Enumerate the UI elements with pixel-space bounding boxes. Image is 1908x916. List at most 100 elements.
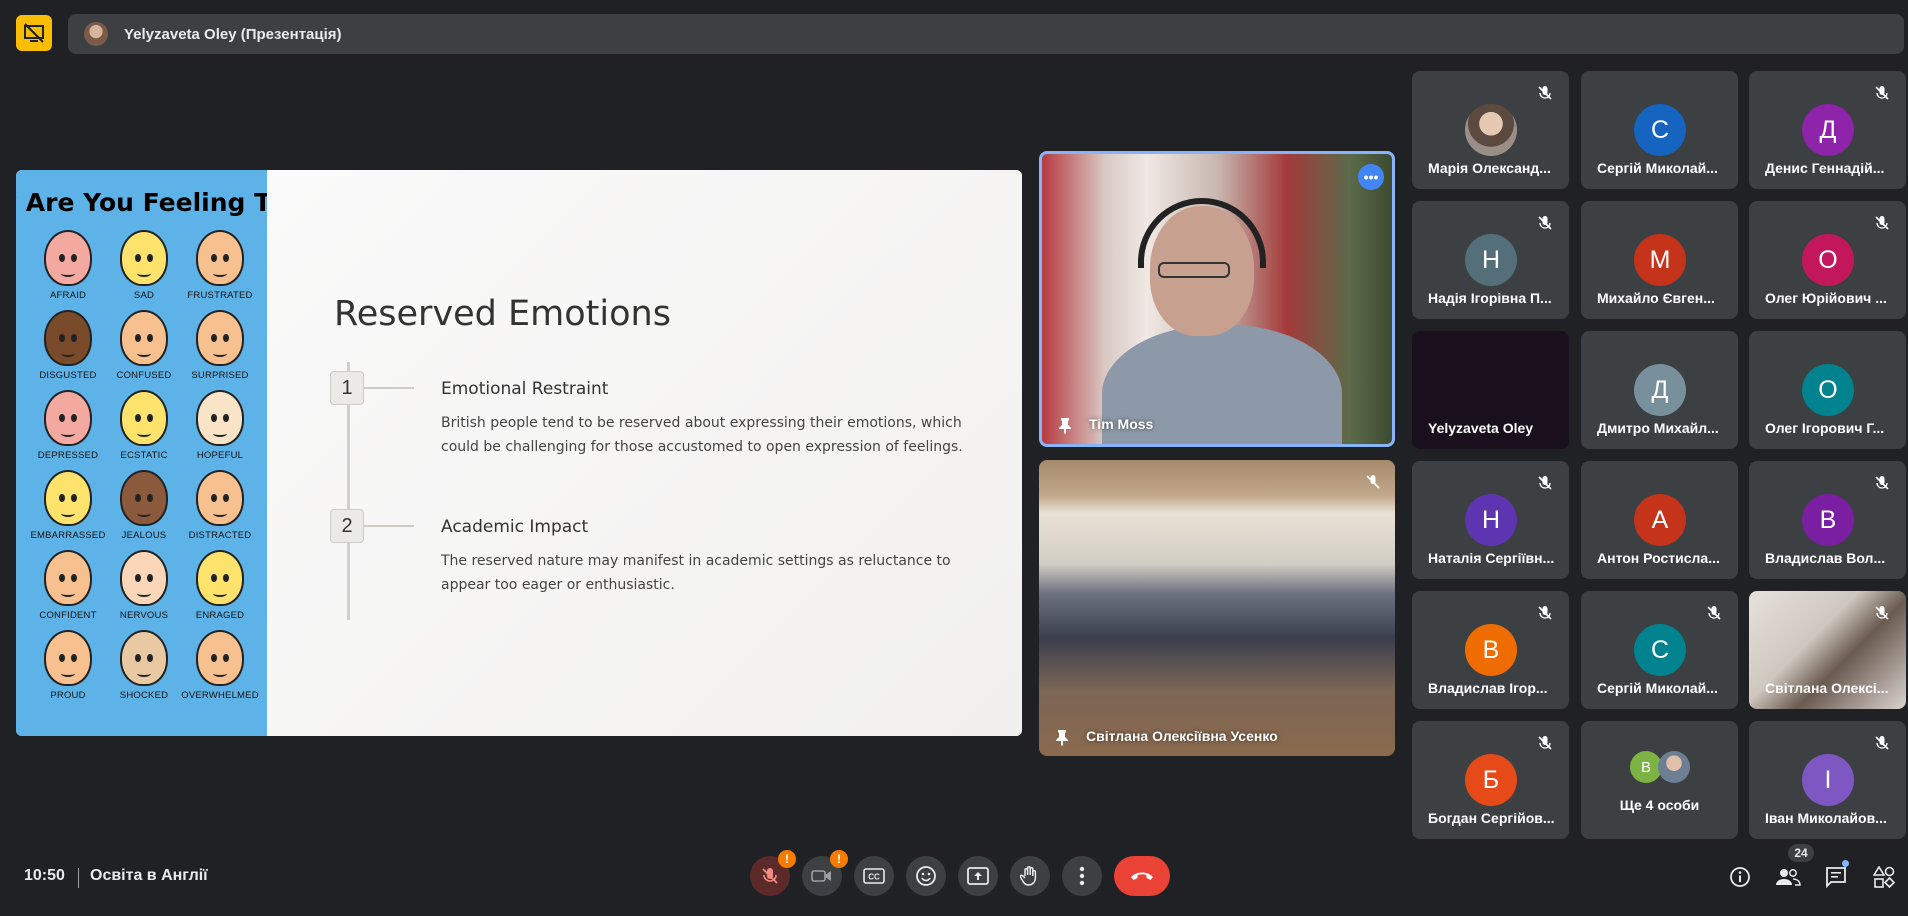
participant-tile[interactable]: В Ще 4 особи xyxy=(1581,721,1738,839)
feeling-label: AFRAID xyxy=(49,290,87,301)
mic-off-icon xyxy=(1874,735,1890,751)
participant-tile[interactable]: М Михайло Євген... xyxy=(1581,201,1738,319)
clock: 10:50 xyxy=(24,867,65,884)
feeling-face-item: ECSTATIC xyxy=(106,390,182,466)
mic-off-icon xyxy=(1874,215,1890,231)
feeling-face-item: EMBARRASSED xyxy=(30,470,106,546)
pin-icon[interactable] xyxy=(1056,416,1074,434)
pin-icon[interactable] xyxy=(1053,728,1071,746)
hang-up-icon xyxy=(1131,872,1153,880)
more-options-button[interactable] xyxy=(1062,856,1102,896)
mic-off-icon xyxy=(1537,735,1553,751)
reactions-button[interactable] xyxy=(906,856,946,896)
participant-tile[interactable]: О Олег Юрійович ... xyxy=(1749,201,1906,319)
mic-toggle-button[interactable]: ! xyxy=(750,850,796,896)
participant-avatar: А xyxy=(1634,494,1686,546)
raise-hand-button[interactable] xyxy=(1010,856,1050,896)
headphones-icon xyxy=(1138,198,1266,268)
mic-off-icon xyxy=(1706,605,1722,621)
participant-avatar: Н xyxy=(1465,494,1517,546)
captions-icon: CC xyxy=(863,868,885,884)
participant-name: Іван Миколайов... xyxy=(1765,810,1887,826)
people-button[interactable] xyxy=(1775,864,1801,890)
participant-avatar: С xyxy=(1634,104,1686,156)
cartoon-face-icon xyxy=(196,550,244,606)
chat-button[interactable] xyxy=(1823,864,1849,890)
participant-tile[interactable]: І Іван Миколайов... xyxy=(1749,721,1906,839)
activities-button[interactable] xyxy=(1871,864,1897,890)
feeling-face-item: SURPRISED xyxy=(182,310,258,386)
participant-tile[interactable]: С Сергій Миколай... xyxy=(1581,591,1738,709)
camera-toggle-button[interactable]: ! xyxy=(802,850,848,896)
participant-tile[interactable]: Н Надія Ігорівна П... xyxy=(1412,201,1569,319)
people-count-badge: 24 xyxy=(1788,844,1814,862)
feeling-face-item: CONFUSED xyxy=(106,310,182,386)
participant-tile[interactable]: В Владислав Вол... xyxy=(1749,461,1906,579)
cartoon-face-icon xyxy=(120,550,168,606)
feeling-label: SAD xyxy=(133,290,155,301)
cartoon-face-icon xyxy=(44,630,92,686)
chat-icon xyxy=(1826,867,1846,888)
emoji-icon xyxy=(916,866,936,886)
feeling-face-item: DISTRACTED xyxy=(182,470,258,546)
participant-avatar: О xyxy=(1802,234,1854,286)
feeling-label: HOPEFUL xyxy=(196,450,244,461)
participant-avatar: І xyxy=(1802,754,1854,806)
participant-tile[interactable]: С Сергій Миколай... xyxy=(1581,71,1738,189)
participant-tile[interactable]: Н Наталія Сергіївн... xyxy=(1412,461,1569,579)
feelings-faces-grid: AFRAID SAD FRUSTRATED DISGUSTED CONFUSED SURP… xyxy=(30,230,260,706)
svg-text:CC: CC xyxy=(868,873,880,882)
feeling-face-item: SHOCKED xyxy=(106,630,182,706)
feeling-face-item: ENRAGED xyxy=(182,550,258,626)
participant-name: Сергій Миколай... xyxy=(1597,160,1718,176)
step-heading-1: Emotional Restraint xyxy=(441,379,609,399)
classroom-name: Світлана Олексіївна Усенко xyxy=(1086,728,1278,744)
more-options-button[interactable]: ••• xyxy=(1358,164,1384,190)
feeling-face-item: SAD xyxy=(106,230,182,306)
captions-button[interactable]: CC xyxy=(854,856,894,896)
feeling-label: JEALOUS xyxy=(121,530,167,541)
cartoon-face-icon xyxy=(196,310,244,366)
mic-off-icon xyxy=(762,868,778,884)
feeling-label: SURPRISED xyxy=(191,370,249,381)
mic-off-icon xyxy=(1537,475,1553,491)
participant-tile[interactable]: Yelyzaveta Oley xyxy=(1412,331,1569,449)
participant-name: Yelyzaveta Oley xyxy=(1428,420,1534,436)
mic-off-icon xyxy=(1874,475,1890,491)
pinned-speaker-tile[interactable]: ••• Tim Moss xyxy=(1039,151,1395,447)
cartoon-face-icon xyxy=(196,630,244,686)
chat-notification-dot xyxy=(1842,860,1849,867)
participant-tile[interactable]: О Олег Ігорович Г... xyxy=(1749,331,1906,449)
participant-tile[interactable]: А Антон Ростисла... xyxy=(1581,461,1738,579)
cartoon-face-icon xyxy=(120,630,168,686)
feeling-face-item: AFRAID xyxy=(30,230,106,306)
hand-icon xyxy=(1020,866,1037,886)
meeting-details-button[interactable] xyxy=(1727,864,1753,890)
feeling-label: DISTRACTED xyxy=(188,530,252,541)
more-participants-label: Ще 4 особи xyxy=(1619,797,1700,813)
leave-call-button[interactable] xyxy=(1114,856,1170,896)
feeling-label: CONFUSED xyxy=(116,370,172,381)
participant-tile[interactable]: Марія Олександ... xyxy=(1412,71,1569,189)
participant-tile[interactable]: В Владислав Ігор... xyxy=(1412,591,1569,709)
feeling-label: FRUSTRATED xyxy=(187,290,253,301)
divider xyxy=(78,868,79,888)
cartoon-face-icon xyxy=(44,550,92,606)
present-button[interactable] xyxy=(958,856,998,896)
mic-off-icon xyxy=(1874,85,1890,101)
cartoon-face-icon xyxy=(120,390,168,446)
step-body-2: The reserved nature may manifest in acad… xyxy=(441,553,951,593)
feeling-label: CONFIDENT xyxy=(39,610,97,621)
classroom-video-tile[interactable]: Світлана Олексіївна Усенко xyxy=(1039,460,1395,756)
feeling-label: ENRAGED xyxy=(195,610,245,621)
participant-tile[interactable]: Д Денис Геннадій... xyxy=(1749,71,1906,189)
present-screen-icon xyxy=(967,867,989,885)
presenter-avatar xyxy=(84,22,108,46)
participant-tile[interactable]: Б Богдан Сергійов... xyxy=(1412,721,1569,839)
feeling-face-item: JEALOUS xyxy=(106,470,182,546)
participant-avatar: Д xyxy=(1802,104,1854,156)
cartoon-face-icon xyxy=(44,230,92,286)
participant-tile[interactable]: Світлана Олексі... xyxy=(1749,591,1906,709)
feeling-face-item: OVERWHELMED xyxy=(181,630,259,706)
participant-tile[interactable]: Д Дмитро Михайл... xyxy=(1581,331,1738,449)
